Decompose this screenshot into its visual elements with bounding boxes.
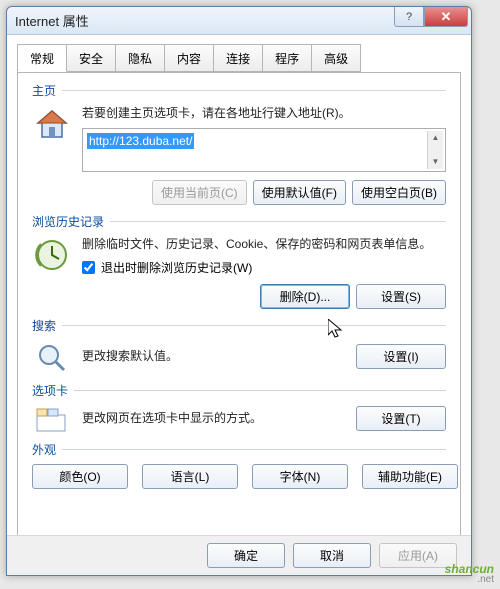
url-scrollbar[interactable]: ▲ ▼ [427,131,443,169]
dialog-button-bar: 确定 取消 应用(A) [7,535,471,575]
homepage-label: 主页 [32,82,56,99]
tab-connections[interactable]: 连接 [213,44,263,72]
search-label: 搜索 [32,317,56,334]
appearance-group: 外观 颜色(O) 语言(L) 字体(N) 辅助功能(E) [32,441,446,489]
accessibility-button[interactable]: 辅助功能(E) [362,464,458,489]
history-desc: 删除临时文件、历史记录、Cookie、保存的密码和网页表单信息。 [82,236,446,253]
home-icon [34,107,70,205]
use-default-button[interactable]: 使用默认值(F) [253,180,346,205]
search-desc: 更改搜索默认值。 [82,348,178,365]
scroll-down-icon[interactable]: ▼ [428,155,443,169]
use-blank-button[interactable]: 使用空白页(B) [352,180,446,205]
titlebar[interactable]: Internet 属性 ? ✕ [7,7,471,35]
close-button[interactable]: ✕ [424,7,468,27]
tabs-icon [35,407,69,433]
fonts-button[interactable]: 字体(N) [252,464,348,489]
titlebar-controls: ? ✕ [394,7,471,34]
watermark: shancun.net [445,557,494,585]
tab-panel-general: 主页 若要创建主页选项卡，请在各地址行键入地址(R)。 http://123.d… [17,72,461,538]
tab-security[interactable]: 安全 [66,44,116,72]
history-group: 浏览历史记录 删除临时文件、历史记录、Cookie、保存的密码和网页表单信息。 … [32,213,446,309]
ok-button[interactable]: 确定 [207,543,285,568]
tabs-desc: 更改网页在选项卡中显示的方式。 [82,410,262,427]
tab-general[interactable]: 常规 [17,44,67,72]
tab-privacy[interactable]: 隐私 [115,44,165,72]
scroll-up-icon[interactable]: ▲ [428,131,443,145]
clock-icon [35,238,69,309]
cancel-button[interactable]: 取消 [293,543,371,568]
homepage-url-text: http://123.duba.net/ [87,133,194,149]
homepage-group: 主页 若要创建主页选项卡，请在各地址行键入地址(R)。 http://123.d… [32,82,446,205]
delete-on-exit-input[interactable] [82,261,95,274]
internet-properties-window: Internet 属性 ? ✕ 常规 安全 隐私 内容 连接 程序 高级 主页 [6,6,472,576]
delete-history-button[interactable]: 删除(D)... [260,284,350,309]
tab-strip: 常规 安全 隐私 内容 连接 程序 高级 [17,44,461,73]
languages-button[interactable]: 语言(L) [142,464,238,489]
tabs-settings-button[interactable]: 设置(T) [356,406,446,431]
tab-programs[interactable]: 程序 [262,44,312,72]
search-settings-button[interactable]: 设置(I) [356,344,446,369]
tab-content[interactable]: 内容 [164,44,214,72]
homepage-url-input[interactable]: http://123.duba.net/ ▲ ▼ [82,128,446,172]
help-button[interactable]: ? [394,7,424,27]
history-label: 浏览历史记录 [32,213,104,230]
use-current-button[interactable]: 使用当前页(C) [152,180,247,205]
magnifier-icon [36,342,68,374]
appearance-label: 外观 [32,441,56,458]
delete-on-exit-label: 退出时删除浏览历史记录(W) [101,259,252,276]
tabs-group: 选项卡 更改网页在选项卡中显示的方式。 设置(T) [32,382,446,433]
tab-advanced[interactable]: 高级 [311,44,361,72]
window-title: Internet 属性 [15,11,394,30]
client-area: 常规 安全 隐私 内容 连接 程序 高级 主页 [7,35,471,544]
homepage-desc: 若要创建主页选项卡，请在各地址行键入地址(R)。 [82,105,446,122]
tabs-label: 选项卡 [32,382,68,399]
delete-on-exit-checkbox[interactable]: 退出时删除浏览历史记录(W) [82,259,446,276]
colors-button[interactable]: 颜色(O) [32,464,128,489]
history-settings-button[interactable]: 设置(S) [356,284,446,309]
search-group: 搜索 更改搜索默认值。 设置(I) [32,317,446,374]
